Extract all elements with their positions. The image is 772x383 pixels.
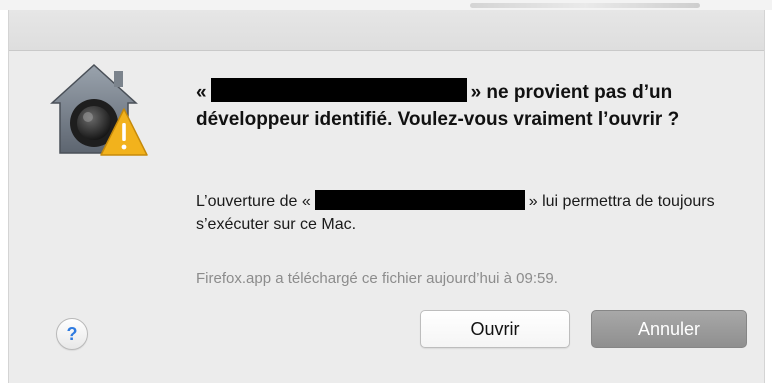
blurred-background-text [470,3,700,8]
alert-informative-text: L’ouverture de «» lui permettra de toujo… [196,190,748,236]
background-window-strip [0,0,772,10]
help-button[interactable]: ? [56,318,88,350]
help-icon: ? [66,323,78,344]
title-quote-open: « [196,82,207,103]
info-text-start: L’ouverture de « [196,193,311,210]
open-button[interactable]: Ouvrir [420,310,570,348]
alert-title: «» ne provient pas d’un développeur iden… [196,78,736,133]
cancel-button[interactable]: Annuler [591,310,747,348]
gatekeeper-house-icon [50,63,148,156]
window-titlebar-area [9,10,764,51]
redacted-app-name [210,78,467,102]
redacted-app-name-small [314,190,525,210]
download-source-note: Firefox.app a téléchargé ce fichier aujo… [196,270,558,287]
